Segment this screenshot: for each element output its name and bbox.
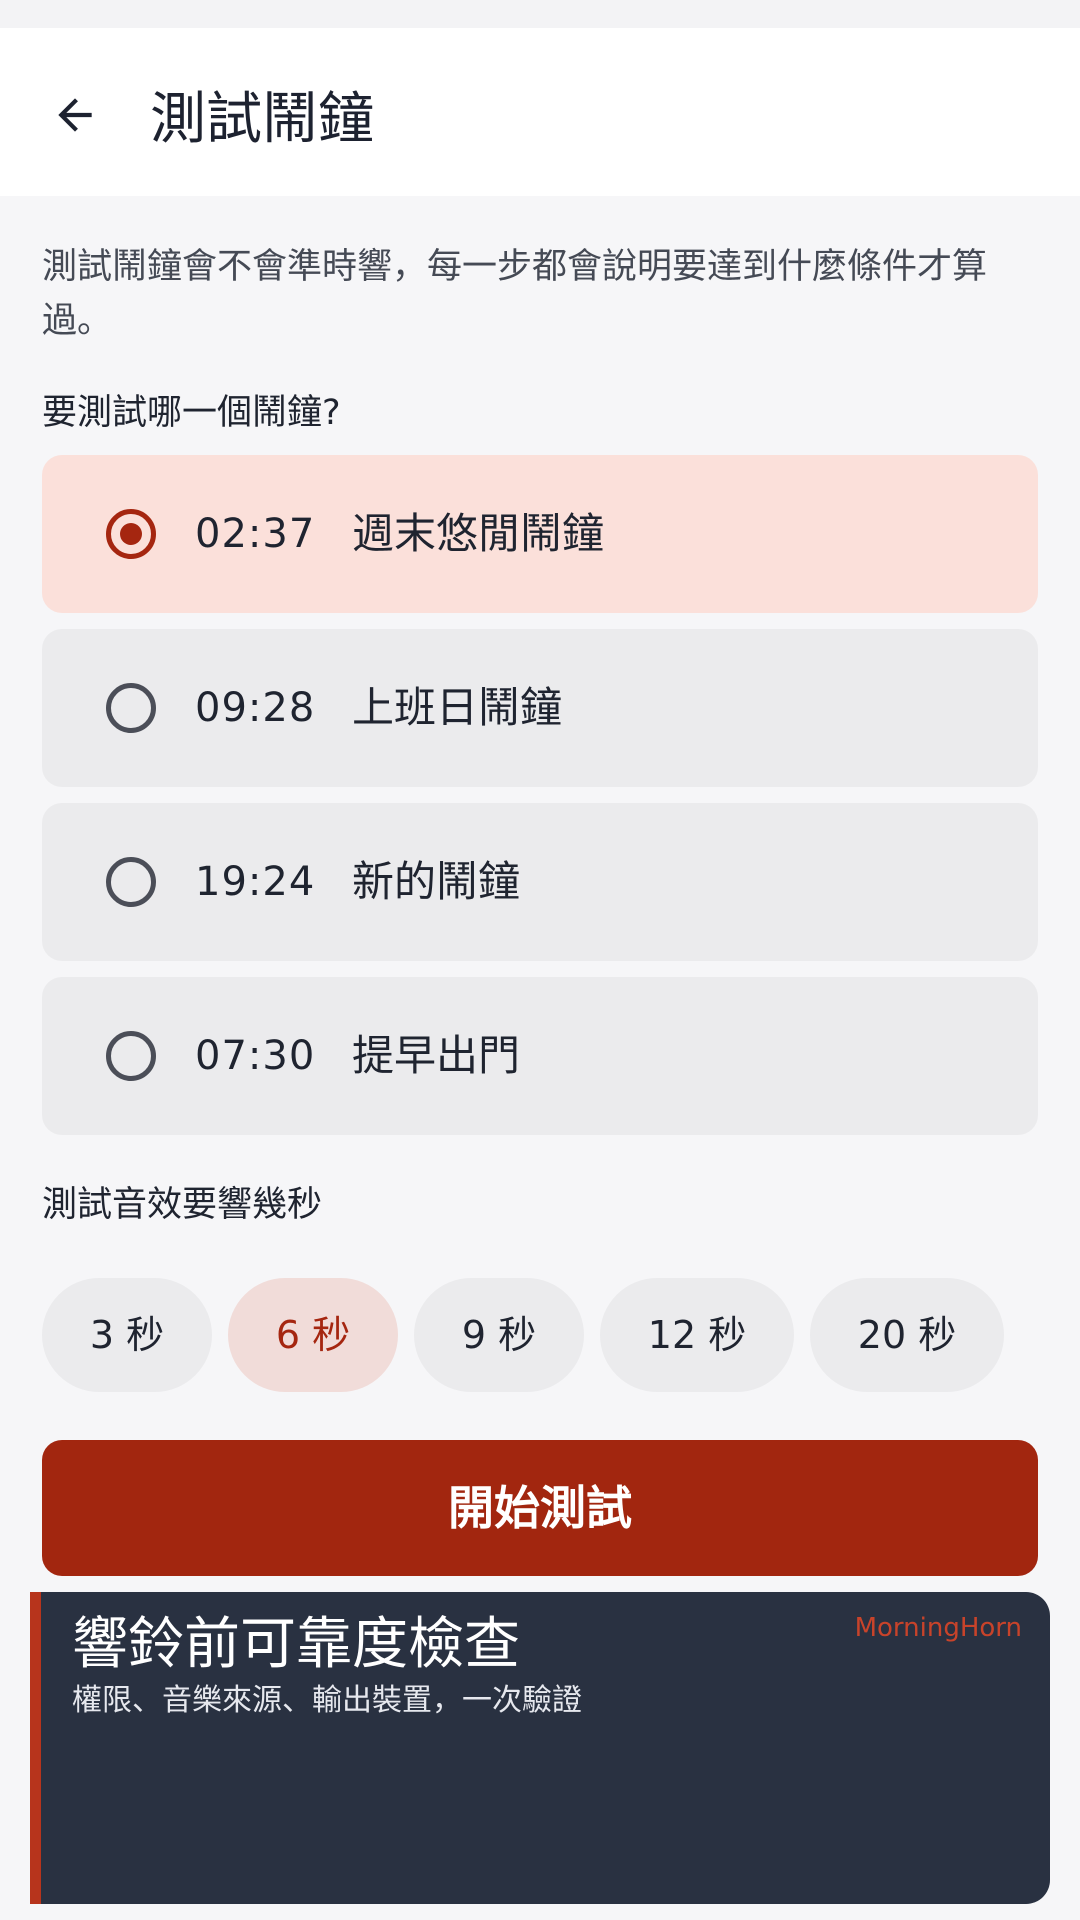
alarm-list: 02:37 週末悠閒鬧鐘 09:28 上班日鬧鐘 19:24 新的鬧鐘 07:3…: [42, 455, 1038, 1151]
radio-unselected-icon: [106, 857, 156, 907]
radio-selected-icon: [106, 509, 156, 559]
alarm-time: 19:24: [195, 859, 316, 905]
promo-banner[interactable]: 響鈴前可靠度檢查 權限、音樂來源、輸出裝置，一次驗證 MorningHorn: [30, 1592, 1050, 1904]
arrow-left-icon: [58, 98, 92, 132]
alarm-name: 上班日鬧鐘: [352, 683, 563, 732]
page-title: 測試鬧鐘: [150, 87, 374, 152]
back-button[interactable]: [30, 80, 120, 150]
radio-unselected-icon: [106, 1031, 156, 1081]
alarm-option[interactable]: 07:30 提早出門: [42, 977, 1038, 1135]
duration-chip[interactable]: 9 秒: [414, 1278, 584, 1392]
app-bar: 測試鬧鐘: [0, 28, 1080, 196]
promo-title: 響鈴前可靠度檢查: [72, 1612, 520, 1677]
radio-unselected-icon: [106, 683, 156, 733]
duration-chip[interactable]: 3 秒: [42, 1278, 212, 1392]
alarm-option[interactable]: 02:37 週末悠閒鬧鐘: [42, 455, 1038, 613]
promo-brand: MorningHorn: [854, 1613, 1022, 1643]
start-test-button[interactable]: 開始測試: [42, 1440, 1038, 1576]
alarm-time: 07:30: [195, 1033, 316, 1079]
alarm-time: 02:37: [195, 511, 316, 557]
alarm-question-label: 要測試哪一個鬧鐘?: [42, 393, 341, 433]
intro-text: 測試鬧鐘會不會準時響，每一步都會說明要達到什麼條件才算過。: [42, 247, 988, 341]
alarm-option[interactable]: 19:24 新的鬧鐘: [42, 803, 1038, 961]
promo-subtitle: 權限、音樂來源、輸出裝置，一次驗證: [72, 1683, 582, 1718]
duration-question-label: 測試音效要響幾秒: [42, 1185, 323, 1225]
alarm-name: 週末悠閒鬧鐘: [352, 509, 605, 558]
alarm-time: 09:28: [195, 685, 316, 731]
duration-chip[interactable]: 12 秒: [600, 1278, 794, 1392]
duration-chip-selected[interactable]: 6 秒: [228, 1278, 398, 1392]
alarm-name: 新的鬧鐘: [352, 857, 521, 906]
status-bar: [0, 0, 1080, 28]
duration-chip[interactable]: 20 秒: [810, 1278, 1004, 1392]
alarm-name: 提早出門: [352, 1031, 521, 1080]
alarm-option[interactable]: 09:28 上班日鬧鐘: [42, 629, 1038, 787]
promo-accent-bar: [30, 1592, 41, 1904]
